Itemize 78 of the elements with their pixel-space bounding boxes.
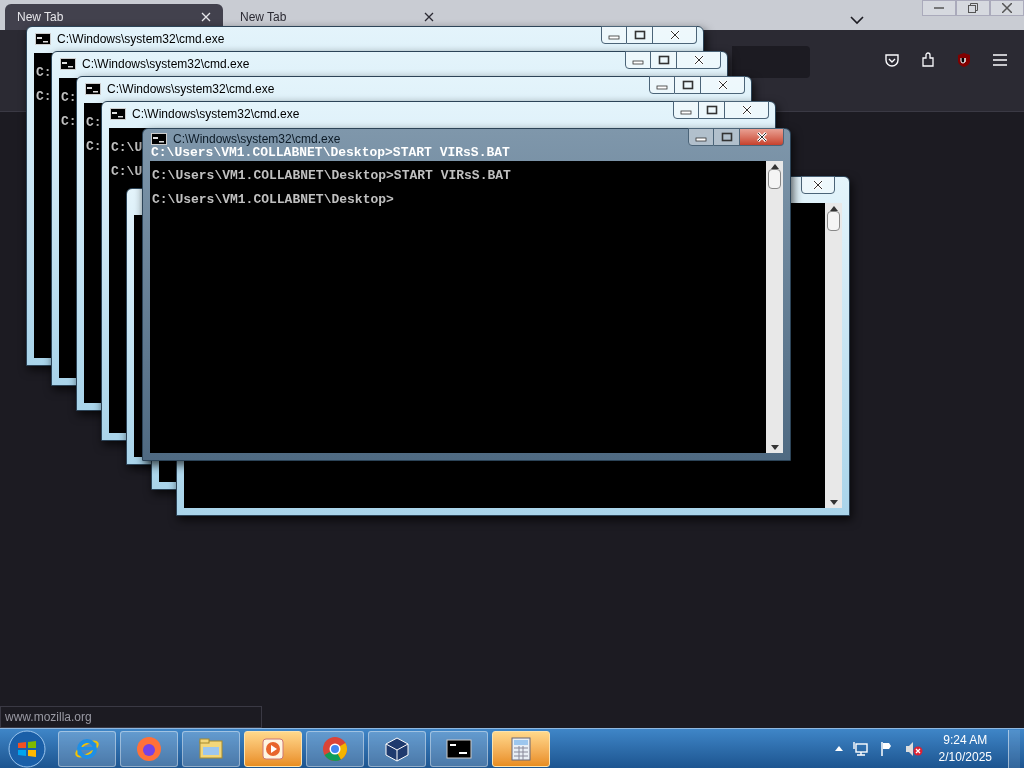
- clock-time: 9:24 AM: [943, 731, 988, 749]
- close-icon: [740, 105, 753, 115]
- pocket-icon[interactable]: [884, 52, 900, 68]
- browser-tab[interactable]: New Tab: [228, 4, 446, 30]
- maximize-button[interactable]: [651, 51, 677, 69]
- menu-icon[interactable]: [992, 53, 1008, 67]
- terminal-icon: [110, 108, 126, 120]
- minimize-button[interactable]: [601, 26, 627, 44]
- close-icon: [692, 55, 705, 65]
- close-button[interactable]: [725, 101, 769, 119]
- minimize-icon: [934, 7, 944, 9]
- maximize-icon: [720, 132, 733, 142]
- minimize-button[interactable]: [625, 51, 651, 69]
- maximize-button[interactable]: [714, 128, 740, 146]
- console-line: C:: [61, 89, 77, 107]
- console-line: C:\Users\VM1.COLLABNET\Desktop>: [152, 191, 394, 209]
- close-button[interactable]: [801, 176, 835, 194]
- console-line: C:: [86, 114, 102, 132]
- console-line: C:\Users\VM1.COLLABNET\Desktop>START VIRsS.BAT: [152, 167, 511, 185]
- terminal-icon: [60, 58, 76, 70]
- status-url: www.mozilla.org: [0, 706, 262, 728]
- close-button[interactable]: [701, 76, 745, 94]
- maximize-icon: [633, 30, 646, 40]
- show-hidden-icons-icon[interactable]: [834, 746, 843, 751]
- chevron-down-icon[interactable]: [850, 15, 864, 25]
- minimize-button[interactable]: [688, 128, 714, 146]
- restore-icon: [968, 3, 978, 13]
- minimize-button[interactable]: [649, 76, 675, 94]
- scroll-down-icon[interactable]: [829, 500, 838, 505]
- window-control-button[interactable]: [956, 0, 990, 16]
- scrollbar[interactable]: [825, 203, 842, 508]
- scroll-down-icon[interactable]: [770, 445, 779, 450]
- window-title: C:\Windows\system32\cmd.exe: [107, 82, 275, 96]
- maximize-button[interactable]: [675, 76, 701, 94]
- start-button[interactable]: [8, 729, 46, 768]
- close-button[interactable]: [740, 128, 784, 146]
- console-line: C:: [86, 138, 102, 156]
- window-control-button[interactable]: [922, 0, 956, 16]
- show-desktop-button[interactable]: [1008, 729, 1020, 768]
- console-line: C:\U: [111, 139, 143, 157]
- window-title: C:\Windows\system32\cmd.exe: [173, 132, 341, 146]
- scrollbar[interactable]: [766, 161, 783, 453]
- scrollbar-thumb[interactable]: [827, 211, 840, 231]
- console-line: C:\U: [111, 163, 143, 181]
- clock-date: 2/10/2025: [938, 748, 992, 766]
- close-icon[interactable]: [424, 12, 434, 22]
- close-icon: [812, 180, 824, 190]
- terminal-icon: [151, 133, 167, 145]
- puzzle-piece-icon[interactable]: [920, 52, 936, 68]
- minimize-button[interactable]: [673, 101, 699, 119]
- window-control-button[interactable]: [990, 0, 1024, 16]
- window-title: C:\Windows\system32\cmd.exe: [57, 32, 225, 46]
- terminal-icon: [35, 33, 51, 45]
- close-icon: [716, 80, 729, 90]
- close-button[interactable]: [653, 26, 697, 44]
- window-title: C:\Windows\system32\cmd.exe: [82, 57, 250, 71]
- close-button[interactable]: [677, 51, 721, 69]
- close-icon: [668, 30, 681, 40]
- maximize-button[interactable]: [699, 101, 725, 119]
- maximize-icon: [705, 105, 718, 115]
- shield-icon[interactable]: [956, 52, 972, 68]
- speaker-muted-icon[interactable]: [904, 740, 923, 757]
- network-icon[interactable]: [852, 740, 869, 757]
- scrollbar-thumb[interactable]: [768, 169, 781, 189]
- terminal-icon: [85, 83, 101, 95]
- console-line: C:\Users\VM1.COLLABNET\Desktop>START VIRsS.BAT: [151, 146, 510, 160]
- close-icon: [1002, 3, 1012, 13]
- fox-globe-icon: [135, 734, 163, 763]
- console-line: C:: [61, 113, 77, 131]
- close-icon: [755, 132, 768, 142]
- maximize-icon: [681, 80, 694, 90]
- console-line: C:: [36, 88, 52, 106]
- window-title: C:\Windows\system32\cmd.exe: [132, 107, 300, 121]
- chrome-icon: [321, 734, 349, 763]
- console-line: C:: [36, 64, 52, 82]
- maximize-button[interactable]: [627, 26, 653, 44]
- maximize-icon: [657, 55, 670, 65]
- clock[interactable]: 9:24 AM 2/10/2025: [932, 731, 998, 766]
